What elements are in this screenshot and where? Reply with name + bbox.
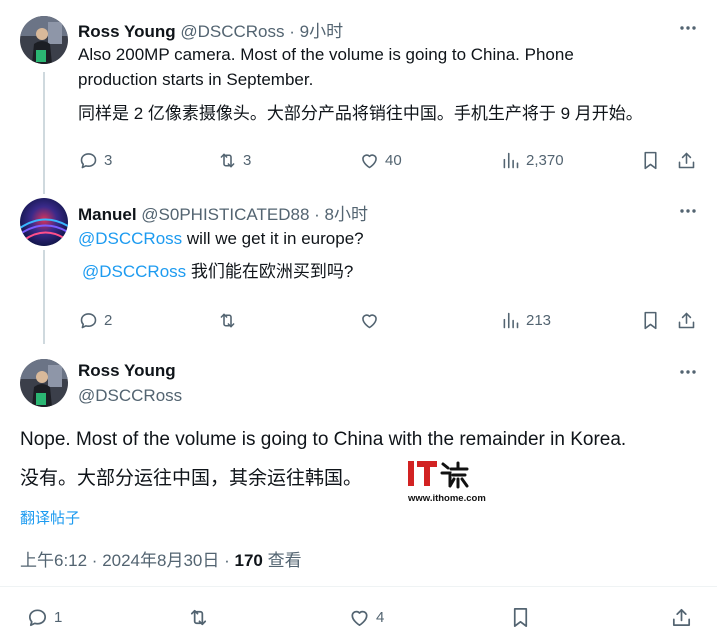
views-count: 213 — [526, 311, 552, 329]
tweet2-actions: 2 213 — [78, 308, 698, 332]
views-label: 查看 — [262, 551, 302, 570]
main-tweet-actions: 1 4 — [26, 605, 696, 629]
watermark-url: www.ithome.com — [407, 493, 486, 504]
like-count: 4 — [376, 608, 385, 626]
more-icon[interactable] — [677, 201, 699, 221]
avatar-ross-young[interactable] — [20, 16, 68, 64]
avatar-manuel[interactable] — [20, 198, 68, 246]
post-timestamp[interactable]: 上午6:12 · 2024年8月30日 · — [20, 551, 234, 570]
bookmark-button[interactable] — [509, 605, 532, 629]
display-name[interactable]: Ross Young — [78, 361, 176, 380]
post-time[interactable]: 8小时 — [325, 205, 368, 224]
reply-button[interactable]: 1 — [26, 605, 62, 629]
display-name[interactable]: Manuel — [78, 205, 137, 224]
reply-count: 1 — [54, 608, 63, 626]
tweet2-body: will we get it in europe? — [182, 229, 364, 248]
main-tweet-handle-row: @DSCCRoss — [78, 386, 182, 406]
retweet-count: 3 — [243, 151, 252, 169]
main-tweet-translation: 没有。大部分运往中国，其余运往韩国。 — [20, 468, 363, 489]
post-time[interactable]: 9小时 — [300, 22, 343, 41]
bookmark-icon — [644, 311, 657, 329]
tweet1-translation: 同样是 2 亿像素摄像头。大部分产品将销往中国。手机生产将于 9 月开始。 — [78, 104, 643, 123]
share-icon — [672, 608, 691, 626]
display-name[interactable]: Ross Young — [78, 22, 176, 41]
views-icon — [503, 312, 519, 328]
post-metadata: 上午6:12 · 2024年8月30日 · 170 查看 — [20, 546, 302, 571]
retweet-button[interactable] — [217, 308, 238, 332]
like-icon — [362, 313, 377, 328]
reply-button[interactable]: 3 — [78, 148, 112, 172]
share-button[interactable] — [676, 148, 697, 172]
handle[interactable]: @DSCCRoss — [78, 386, 182, 405]
separator: · — [314, 205, 320, 224]
retweet-icon — [220, 153, 235, 167]
like-icon — [351, 610, 368, 626]
handle[interactable]: @DSCCRoss — [180, 22, 284, 41]
main-tweet-text: Nope. Most of the volume is going to Chi… — [20, 429, 627, 450]
like-icon — [362, 153, 377, 168]
retweet-button[interactable]: 3 — [217, 148, 251, 172]
tweet2-translation: @DSCCRoss 我们能在欧洲买到吗? — [82, 259, 702, 284]
reply-count: 2 — [104, 311, 113, 329]
thread-line — [43, 72, 45, 194]
views-count: 2,370 — [526, 151, 564, 169]
tweet1-header: Ross Young @DSCCRoss · 9小时 — [78, 17, 343, 42]
tweet2-header: Manuel @S0PHISTICATED88 · 8小时 — [78, 200, 368, 225]
separator: · — [289, 22, 295, 41]
reply-icon — [28, 608, 47, 626]
views-button[interactable]: 213 — [500, 308, 551, 332]
ithome-watermark: www.ithome.com — [406, 458, 496, 506]
handle[interactable]: @S0PHISTICATED88 — [141, 205, 309, 224]
like-button[interactable] — [359, 308, 380, 332]
retweet-button[interactable] — [187, 605, 210, 629]
tweet1-text-line1: Also 200MP camera. Most of the volume is… — [78, 45, 574, 64]
tweet2-text: @DSCCRoss will we get it in europe? — [78, 226, 698, 251]
mention-link[interactable]: @DSCCRoss — [82, 262, 186, 281]
retweet-icon — [190, 609, 207, 625]
more-icon[interactable] — [677, 18, 699, 38]
reply-button[interactable]: 2 — [78, 308, 112, 332]
main-tweet-name: Ross Young — [78, 361, 176, 381]
share-icon — [678, 152, 695, 168]
tweet1-actions: 3 3 40 2,370 — [78, 148, 698, 172]
tweet1-text-line2: production starts in September. — [78, 70, 314, 89]
views-icon — [503, 152, 519, 168]
share-button[interactable] — [676, 308, 697, 332]
like-button[interactable]: 40 — [359, 148, 402, 172]
share-button[interactable] — [670, 605, 693, 629]
views-total: 170 — [234, 551, 263, 570]
avatar-ross-young[interactable] — [20, 359, 68, 407]
reply-icon — [80, 312, 97, 328]
bookmark-button[interactable] — [640, 308, 661, 332]
like-count: 40 — [385, 151, 402, 169]
reply-count: 3 — [104, 151, 113, 169]
bookmark-button[interactable] — [640, 148, 661, 172]
retweet-icon — [220, 313, 235, 327]
translate-post-link[interactable]: 翻译帖子 — [20, 507, 80, 528]
divider — [0, 586, 717, 587]
tweet1-text: Also 200MP camera. Most of the volume is… — [78, 42, 698, 92]
mention-link[interactable]: @DSCCRoss — [78, 229, 182, 248]
bookmark-icon — [644, 151, 657, 169]
views-button[interactable]: 2,370 — [500, 148, 564, 172]
bookmark-icon — [513, 607, 528, 627]
tweet2-translation-body: 我们能在欧洲买到吗? — [186, 262, 354, 281]
thread-line — [43, 250, 45, 344]
more-icon[interactable] — [677, 362, 699, 382]
like-button[interactable]: 4 — [348, 605, 384, 629]
share-icon — [678, 312, 695, 328]
reply-icon — [80, 152, 97, 168]
